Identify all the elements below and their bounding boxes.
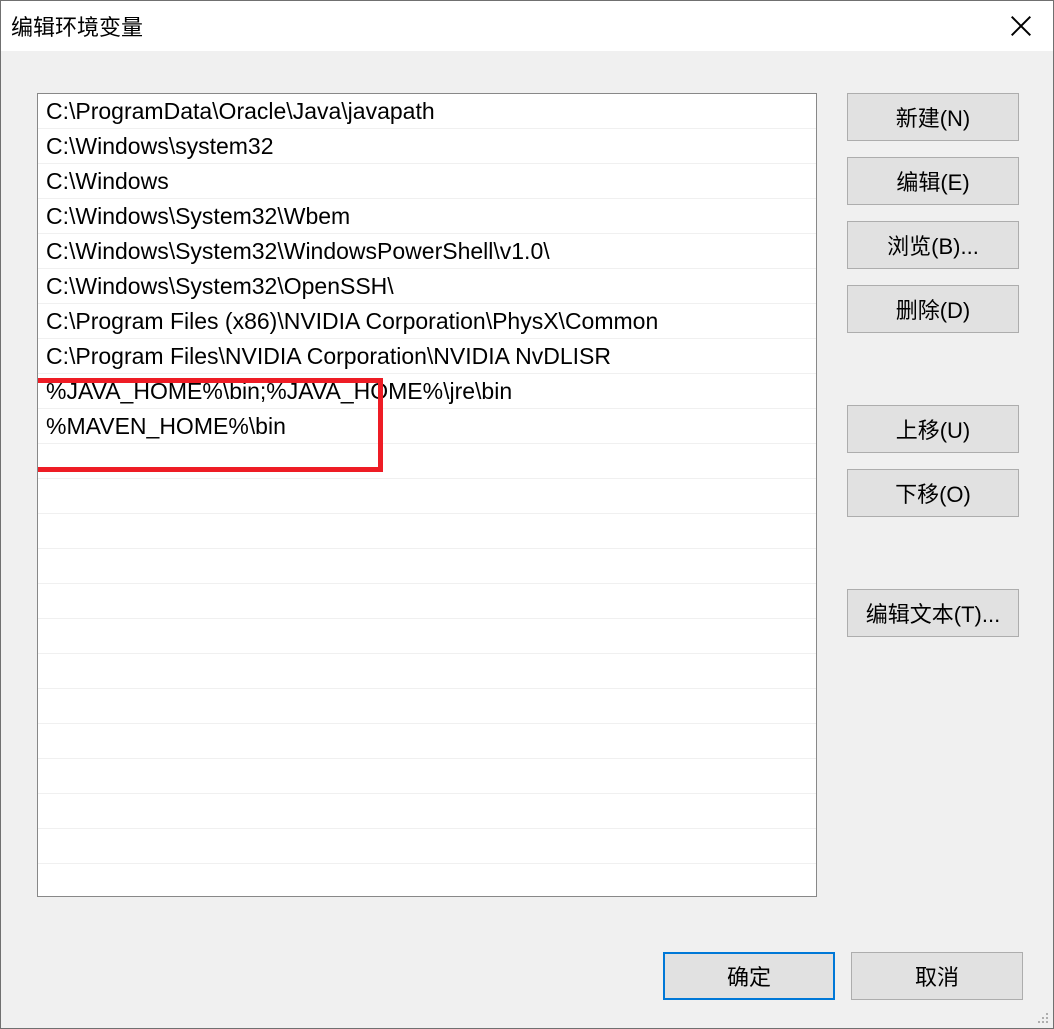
list-empty-row bbox=[38, 864, 816, 897]
list-item[interactable]: C:\ProgramData\Oracle\Java\javapath bbox=[38, 94, 816, 129]
list-empty-row bbox=[38, 549, 816, 584]
list-empty-row bbox=[38, 514, 816, 549]
list-item[interactable]: C:\Program Files\NVIDIA Corporation\NVID… bbox=[38, 339, 816, 374]
dialog-body: C:\ProgramData\Oracle\Java\javapath C:\W… bbox=[1, 51, 1053, 1028]
main-row: C:\ProgramData\Oracle\Java\javapath C:\W… bbox=[37, 93, 1023, 912]
list-empty-row bbox=[38, 829, 816, 864]
resize-grip-icon[interactable] bbox=[1033, 1008, 1049, 1024]
list-empty-row bbox=[38, 794, 816, 829]
list-item[interactable]: C:\Windows\System32\WindowsPowerShell\v1… bbox=[38, 234, 816, 269]
close-icon bbox=[1011, 16, 1031, 36]
list-empty-row bbox=[38, 479, 816, 514]
list-empty-row bbox=[38, 654, 816, 689]
list-empty-row bbox=[38, 619, 816, 654]
titlebar: 编辑环境变量 bbox=[1, 1, 1053, 51]
bottom-buttons: 确定 取消 bbox=[37, 952, 1023, 1000]
ok-button[interactable]: 确定 bbox=[663, 952, 835, 1000]
list-item[interactable]: C:\Windows bbox=[38, 164, 816, 199]
list-empty-row bbox=[38, 724, 816, 759]
edit-text-button[interactable]: 编辑文本(T)... bbox=[847, 589, 1019, 637]
dialog-title: 编辑环境变量 bbox=[11, 10, 989, 42]
list-item[interactable]: C:\Program Files (x86)\NVIDIA Corporatio… bbox=[38, 304, 816, 339]
edit-button[interactable]: 编辑(E) bbox=[847, 157, 1019, 205]
list-item[interactable]: C:\Windows\System32\OpenSSH\ bbox=[38, 269, 816, 304]
list-empty-row bbox=[38, 584, 816, 619]
list-empty-row bbox=[38, 444, 816, 479]
cancel-button[interactable]: 取消 bbox=[851, 952, 1023, 1000]
close-button[interactable] bbox=[989, 1, 1053, 51]
edit-env-var-dialog: 编辑环境变量 C:\ProgramData\Oracle\Java\javapa… bbox=[0, 0, 1054, 1029]
new-button[interactable]: 新建(N) bbox=[847, 93, 1019, 141]
list-item[interactable]: C:\Windows\System32\Wbem bbox=[38, 199, 816, 234]
side-buttons: 新建(N) 编辑(E) 浏览(B)... 删除(D) 上移(U) 下移(O) 编… bbox=[847, 93, 1019, 912]
delete-button[interactable]: 删除(D) bbox=[847, 285, 1019, 333]
path-listbox[interactable]: C:\ProgramData\Oracle\Java\javapath C:\W… bbox=[37, 93, 817, 897]
move-down-button[interactable]: 下移(O) bbox=[847, 469, 1019, 517]
list-item[interactable]: %JAVA_HOME%\bin;%JAVA_HOME%\jre\bin bbox=[38, 374, 816, 409]
browse-button[interactable]: 浏览(B)... bbox=[847, 221, 1019, 269]
list-empty-row bbox=[38, 689, 816, 724]
list-empty-row bbox=[38, 759, 816, 794]
list-item[interactable]: C:\Windows\system32 bbox=[38, 129, 816, 164]
list-item[interactable]: %MAVEN_HOME%\bin bbox=[38, 409, 816, 444]
move-up-button[interactable]: 上移(U) bbox=[847, 405, 1019, 453]
